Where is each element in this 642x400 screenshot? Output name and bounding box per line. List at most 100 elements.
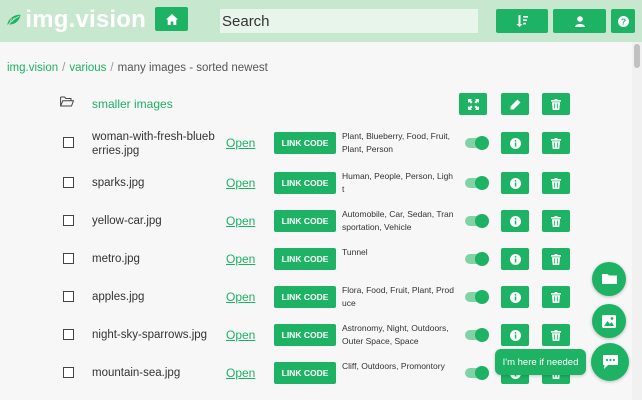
file-name: yellow-car.jpg <box>92 215 162 227</box>
delete-button[interactable] <box>542 132 570 154</box>
svg-text:?: ? <box>620 16 625 26</box>
file-row: yellow-car.jpg Open LINK CODE Automobile, C… <box>0 206 632 236</box>
logo-text: img.vision <box>25 6 146 33</box>
file-tags: Automobile, Car, Sedan, Transportation, … <box>342 209 454 232</box>
delete-button[interactable] <box>542 248 570 270</box>
search-input[interactable] <box>220 9 478 33</box>
info-button[interactable] <box>501 210 529 232</box>
file-select-checkbox[interactable] <box>63 215 74 226</box>
delete-button[interactable] <box>542 324 570 346</box>
link-code-button[interactable]: LINK CODE <box>274 324 336 346</box>
open-link[interactable]: Open <box>226 214 255 228</box>
info-button[interactable] <box>501 286 529 308</box>
folder-fab-button[interactable] <box>592 262 626 296</box>
open-link[interactable]: Open <box>226 136 255 150</box>
file-name: apples.jpg <box>92 291 145 303</box>
breadcrumb-separator: / <box>110 62 114 74</box>
open-link[interactable]: Open <box>226 328 255 342</box>
trash-icon <box>551 329 561 341</box>
delete-button[interactable] <box>542 286 570 308</box>
file-select-checkbox[interactable] <box>63 329 74 340</box>
visibility-toggle[interactable] <box>465 214 489 228</box>
info-icon <box>509 137 521 149</box>
chat-prompt-bubble[interactable]: I'm here if needed <box>495 349 586 375</box>
visibility-toggle[interactable] <box>465 252 489 266</box>
open-link[interactable]: Open <box>226 366 255 380</box>
info-button[interactable] <box>501 248 529 270</box>
visibility-toggle[interactable] <box>465 290 489 304</box>
edit-icon <box>510 99 520 109</box>
file-select-checkbox[interactable] <box>63 253 74 264</box>
info-icon <box>509 177 521 189</box>
file-select-checkbox[interactable] <box>63 367 74 378</box>
sort-button[interactable] <box>496 9 548 33</box>
file-select-checkbox[interactable] <box>63 291 74 302</box>
info-button[interactable] <box>501 132 529 154</box>
delete-folder-button[interactable] <box>542 93 570 115</box>
leaf-logo-icon <box>7 14 21 26</box>
link-code-button[interactable]: LINK CODE <box>274 248 336 270</box>
file-name: metro.jpg <box>92 253 140 265</box>
link-code-button[interactable]: LINK CODE <box>274 286 336 308</box>
file-row: metro.jpg Open LINK CODE Tunnel <box>0 244 632 274</box>
visibility-toggle[interactable] <box>465 136 489 150</box>
info-button[interactable] <box>501 172 529 194</box>
logo[interactable]: img.vision <box>6 3 146 37</box>
expand-icon <box>467 98 479 110</box>
breadcrumb: img.vision / various / many images - sorted … <box>7 62 268 74</box>
scrollbar-track[interactable] <box>632 42 642 400</box>
folder-row: smaller images <box>0 92 632 116</box>
open-link[interactable]: Open <box>226 252 255 266</box>
file-row: woman-with-fresh-blueberries.jpg Open LINK… <box>0 128 632 158</box>
toggle-knob <box>475 176 489 190</box>
folder-link[interactable]: smaller images <box>92 97 173 111</box>
scrollbar-thumb[interactable] <box>634 44 640 68</box>
link-code-button[interactable]: LINK CODE <box>274 172 336 194</box>
breadcrumb-folder-link[interactable]: various <box>69 62 106 74</box>
image-fab-button[interactable] <box>592 304 626 338</box>
delete-button[interactable] <box>542 210 570 232</box>
help-icon: ? <box>617 15 629 27</box>
file-tags: Human, People, Person, Light <box>342 171 454 194</box>
image-icon <box>602 314 616 328</box>
visibility-toggle[interactable] <box>465 328 489 342</box>
user-button[interactable] <box>553 9 606 33</box>
file-tags: Plant, Blueberry, Food, Fruit, Plant, Pe… <box>342 131 451 154</box>
toggle-knob <box>475 328 489 342</box>
file-row: apples.jpg Open LINK CODE Flora, Food, Frui… <box>0 282 632 312</box>
expand-button[interactable] <box>459 93 487 115</box>
file-row: sparks.jpg Open LINK CODE Human, People, Pe… <box>0 168 632 198</box>
trash-icon <box>551 137 561 149</box>
breadcrumb-current: many images - sorted newest <box>117 62 268 74</box>
info-button[interactable] <box>501 324 529 346</box>
toggle-knob <box>475 214 489 228</box>
file-row: night-sky-sparrows.jpg Open LINK CODE Astro… <box>0 320 632 350</box>
toggle-knob <box>475 252 489 266</box>
toggle-knob <box>475 136 489 150</box>
file-name: mountain-sea.jpg <box>92 367 181 379</box>
home-button[interactable] <box>155 7 188 31</box>
link-code-button[interactable]: LINK CODE <box>274 362 336 384</box>
trash-icon <box>551 177 561 189</box>
file-name: night-sky-sparrows.jpg <box>92 329 208 341</box>
link-code-button[interactable]: LINK CODE <box>274 132 336 154</box>
visibility-toggle[interactable] <box>465 176 489 190</box>
trash-icon <box>551 291 561 303</box>
edit-button[interactable] <box>501 93 529 115</box>
file-select-checkbox[interactable] <box>63 177 74 188</box>
open-link[interactable]: Open <box>226 290 255 304</box>
file-select-checkbox[interactable] <box>63 137 74 148</box>
visibility-toggle[interactable] <box>465 366 489 380</box>
trash-icon <box>551 253 561 265</box>
folder-open-icon <box>60 96 74 107</box>
link-code-button[interactable]: LINK CODE <box>274 210 336 232</box>
file-name: sparks.jpg <box>92 177 145 189</box>
breadcrumb-root-link[interactable]: img.vision <box>7 62 58 74</box>
help-button[interactable]: ? <box>611 9 635 33</box>
file-tags: Astronomy, Night, Outdoors, Outer Space,… <box>342 323 449 346</box>
chat-button[interactable] <box>591 343 629 381</box>
toggle-knob <box>475 366 489 380</box>
sort-icon <box>516 15 528 27</box>
open-link[interactable]: Open <box>226 176 255 190</box>
delete-button[interactable] <box>542 172 570 194</box>
